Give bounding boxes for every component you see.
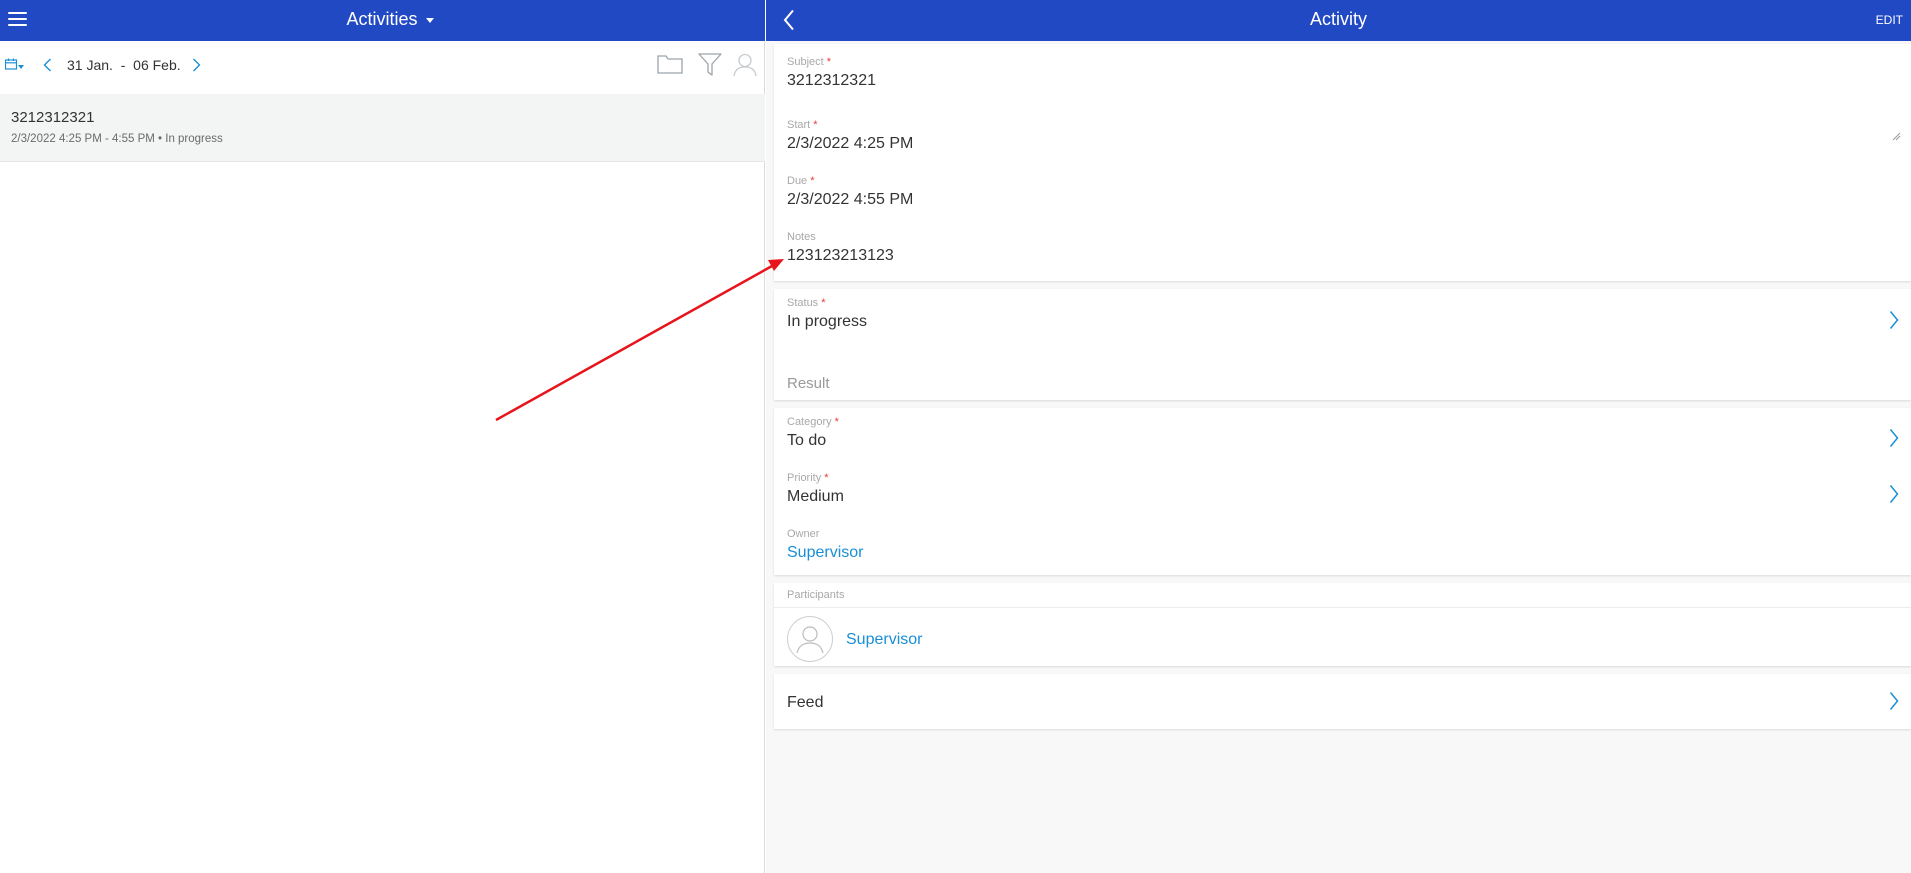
chevron-right-icon[interactable]: [1889, 484, 1899, 509]
section-selector[interactable]: Activities: [0, 9, 780, 30]
details-card: Subject * 3212312321 Start * 2/3/2022 4:25…: [774, 44, 1911, 281]
category-field[interactable]: Category * To do: [787, 416, 1911, 451]
feed-card[interactable]: Feed: [774, 674, 1911, 729]
due-value[interactable]: 2/3/2022 4:55 PM: [787, 190, 1911, 210]
participant-item[interactable]: Supervisor: [846, 628, 1911, 650]
section-title: Activities: [346, 9, 418, 29]
participants-header: Participants: [787, 589, 1911, 602]
filter-icon[interactable]: [698, 53, 722, 82]
chevron-right-icon[interactable]: [1889, 428, 1899, 453]
result-field[interactable]: Result: [787, 372, 1911, 394]
feed-label: Feed: [787, 694, 824, 711]
page-title: Activity: [1309, 9, 1367, 29]
priority-field[interactable]: Priority * Medium: [787, 472, 1911, 507]
activity-item-title: 3212312321: [11, 109, 95, 126]
edit-button[interactable]: EDIT: [1876, 13, 1903, 27]
activity-detail-pane: Activity EDIT Subject * 3212312321 Start *…: [766, 0, 1911, 873]
notes-label: Notes: [787, 231, 816, 243]
calendar-icon[interactable]: [4, 57, 18, 75]
previous-week-button[interactable]: [43, 58, 52, 77]
notes-field[interactable]: Notes 123123213123: [787, 231, 1911, 266]
calendar-caret-icon[interactable]: [18, 65, 24, 69]
priority-label: Priority *: [787, 472, 829, 484]
range-end: 06 Feb.: [133, 57, 181, 73]
participant-name[interactable]: Supervisor: [846, 630, 1911, 650]
status-label: Status *: [787, 297, 826, 309]
start-value[interactable]: 2/3/2022 4:25 PM: [787, 134, 1911, 154]
range-start: 31 Jan.: [67, 57, 113, 73]
participants-card: Participants Supervisor: [774, 583, 1911, 666]
subject-field[interactable]: Subject * 3212312321: [787, 56, 1911, 91]
detail-header: Activity EDIT: [766, 0, 1911, 41]
start-label: Start *: [787, 119, 818, 131]
avatar-placeholder-icon: [787, 616, 833, 662]
activity-item-details: 2/3/2022 4:25 PM - 4:55 PM • In progress: [11, 133, 223, 145]
activity-list-item[interactable]: 3212312321 2/3/2022 4:25 PM - 4:55 PM • …: [0, 94, 765, 162]
user-icon[interactable]: [733, 53, 757, 82]
status-field[interactable]: Status * In progress: [787, 297, 1911, 332]
subject-value[interactable]: 3212312321: [787, 71, 1911, 91]
owner-label: Owner: [787, 528, 820, 540]
range-separator: -: [120, 57, 126, 73]
result-placeholder: Result: [787, 375, 830, 392]
due-field[interactable]: Due * 2/3/2022 4:55 PM: [787, 175, 1911, 210]
category-label: Category *: [787, 416, 839, 428]
status-card: Status * In progress Result: [774, 289, 1911, 400]
owner-field[interactable]: Owner Supervisor: [787, 528, 1911, 563]
priority-value: Medium: [787, 488, 844, 505]
start-field[interactable]: Start * 2/3/2022 4:25 PM: [787, 119, 1911, 154]
subject-label: Subject *: [787, 56, 831, 68]
classification-card: Category * To do Priority * Medium Owner S…: [774, 408, 1911, 575]
folder-icon[interactable]: [657, 53, 683, 80]
participants-divider: [774, 607, 1911, 608]
status-value: In progress: [787, 313, 868, 330]
list-header: Activities: [0, 0, 765, 41]
chevron-right-icon[interactable]: [1889, 310, 1899, 335]
notes-value[interactable]: 123123213123: [787, 246, 1911, 266]
owner-link[interactable]: Supervisor: [787, 543, 1911, 563]
date-range-label: 31 Jan. - 06 Feb.: [67, 57, 181, 73]
feed-row[interactable]: Feed: [787, 691, 1911, 713]
category-value: To do: [787, 432, 827, 449]
due-label: Due *: [787, 175, 815, 187]
date-range-navigator: 31 Jan. - 06 Feb.: [0, 41, 765, 91]
next-week-button[interactable]: [192, 58, 201, 77]
participants-label: Participants: [787, 589, 845, 601]
caret-down-icon: [425, 17, 434, 23]
activities-list-pane: Activities 31 Jan. - 06 Feb. 3212312321 …: [0, 0, 765, 873]
chevron-right-icon[interactable]: [1889, 691, 1899, 716]
